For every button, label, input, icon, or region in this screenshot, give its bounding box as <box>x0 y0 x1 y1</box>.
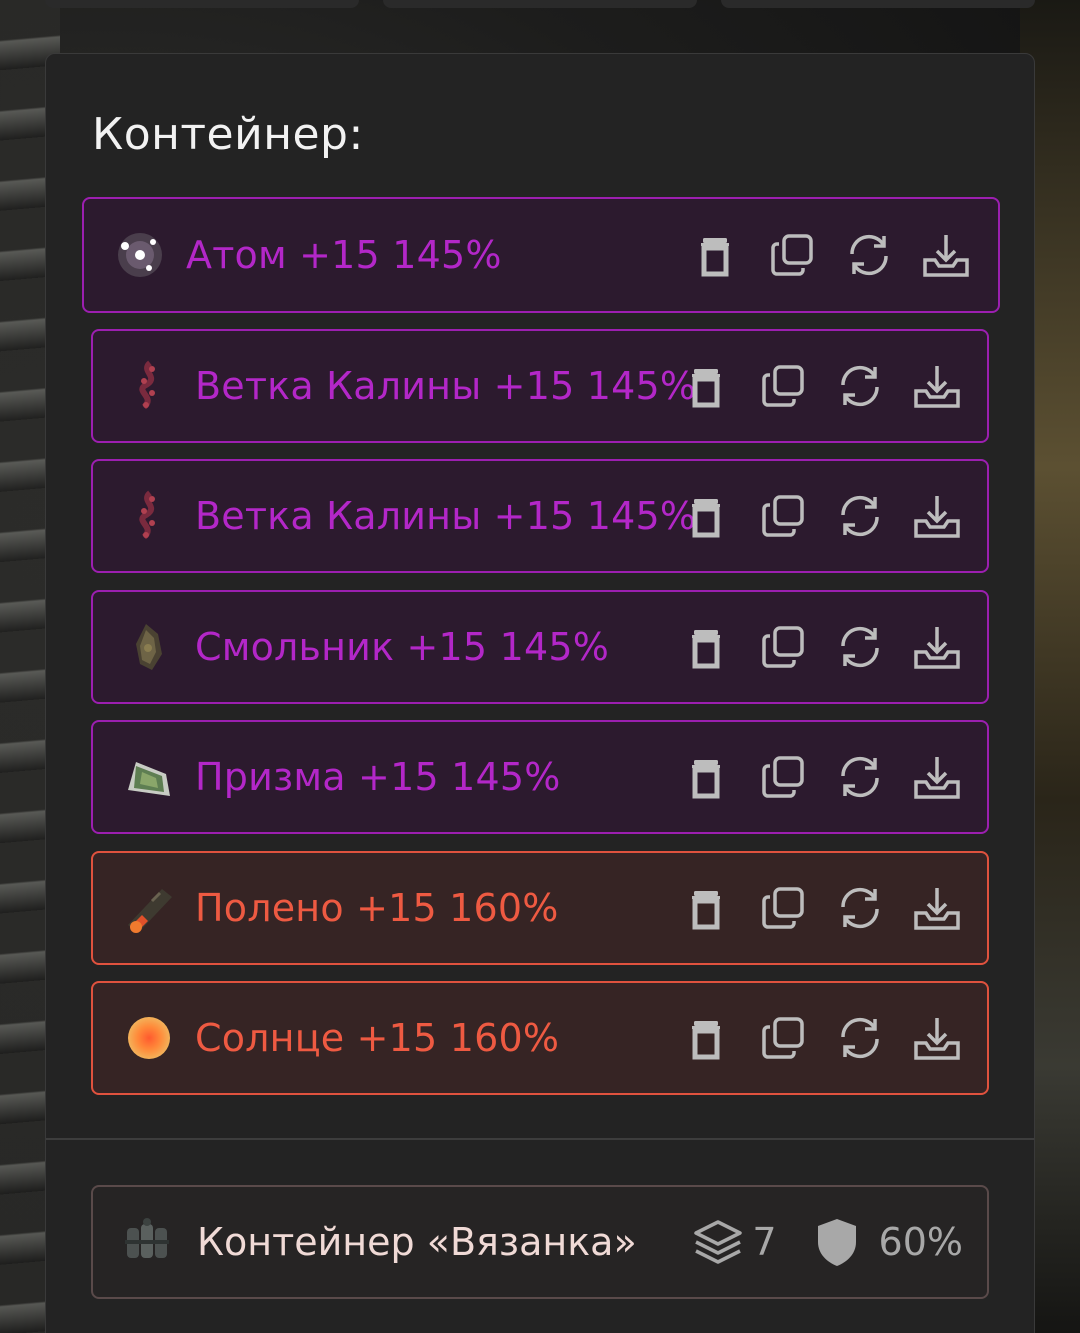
trash-icon[interactable] <box>680 360 732 412</box>
prism-artifact-icon <box>121 749 177 805</box>
sun-artifact-icon <box>121 1010 177 1066</box>
refresh-icon[interactable] <box>834 360 886 412</box>
refresh-icon[interactable] <box>834 882 886 934</box>
top-tab-1[interactable] <box>45 0 359 8</box>
container-name: Контейнер «Вязанка» <box>197 1220 637 1264</box>
download-icon[interactable] <box>911 751 963 803</box>
trash-icon[interactable] <box>680 490 732 542</box>
copy-icon[interactable] <box>757 882 809 934</box>
top-tab-3[interactable] <box>721 0 1035 8</box>
copy-icon[interactable] <box>757 490 809 542</box>
copy-icon[interactable] <box>757 1012 809 1064</box>
trash-icon[interactable] <box>680 751 732 803</box>
artifact-label: Солнце +15 160% <box>195 1016 560 1060</box>
artifact-row[interactable]: Ветка Калины +15 145% <box>91 459 989 573</box>
copy-icon[interactable] <box>757 621 809 673</box>
artifact-label: Ветка Калины +15 145% <box>195 494 697 538</box>
artifact-row[interactable]: Смольник +15 145% <box>91 590 989 704</box>
artifact-row[interactable]: Солнце +15 160% <box>91 981 989 1095</box>
container-panel: Контейнер: Атом +15 145% Ветка Калины +1… <box>45 53 1035 1333</box>
atom-artifact-icon <box>112 227 168 283</box>
viburnum-branch-artifact-icon <box>121 358 177 414</box>
top-tab-2[interactable] <box>383 0 697 8</box>
artifact-row[interactable]: Ветка Калины +15 145% <box>91 329 989 443</box>
artifact-label: Атом +15 145% <box>186 233 502 277</box>
panel-title: Контейнер: <box>92 109 364 160</box>
layers-icon <box>692 1216 744 1268</box>
copy-icon[interactable] <box>766 229 818 281</box>
download-icon[interactable] <box>911 621 963 673</box>
smolnik-artifact-icon <box>121 619 177 675</box>
artifact-label: Ветка Калины +15 145% <box>195 364 697 408</box>
refresh-icon[interactable] <box>834 621 886 673</box>
section-divider <box>46 1138 1034 1140</box>
protection-value: 60% <box>878 1220 963 1264</box>
artifact-label: Полено +15 160% <box>195 886 559 930</box>
shield-icon <box>811 1216 863 1268</box>
artifact-row[interactable]: Полено +15 160% <box>91 851 989 965</box>
artifact-row[interactable]: Атом +15 145% <box>82 197 1000 313</box>
trash-icon[interactable] <box>680 882 732 934</box>
trash-icon[interactable] <box>680 621 732 673</box>
slot-count: 7 <box>752 1220 777 1264</box>
trash-icon[interactable] <box>689 229 741 281</box>
download-icon[interactable] <box>911 1012 963 1064</box>
refresh-icon[interactable] <box>843 229 895 281</box>
copy-icon[interactable] <box>757 751 809 803</box>
copy-icon[interactable] <box>757 360 809 412</box>
trash-icon[interactable] <box>680 1012 732 1064</box>
refresh-icon[interactable] <box>834 490 886 542</box>
artifact-row[interactable]: Призма +15 145% <box>91 720 989 834</box>
log-artifact-icon <box>121 880 177 936</box>
download-icon[interactable] <box>911 882 963 934</box>
container-vyazanka-icon <box>119 1214 175 1270</box>
download-icon[interactable] <box>911 490 963 542</box>
container-summary[interactable]: Контейнер «Вязанка» 7 60% <box>91 1185 989 1299</box>
artifact-label: Смольник +15 145% <box>195 625 610 669</box>
viburnum-branch-artifact-icon <box>121 488 177 544</box>
artifact-label: Призма +15 145% <box>195 755 561 799</box>
download-icon[interactable] <box>920 229 972 281</box>
download-icon[interactable] <box>911 360 963 412</box>
refresh-icon[interactable] <box>834 1012 886 1064</box>
refresh-icon[interactable] <box>834 751 886 803</box>
